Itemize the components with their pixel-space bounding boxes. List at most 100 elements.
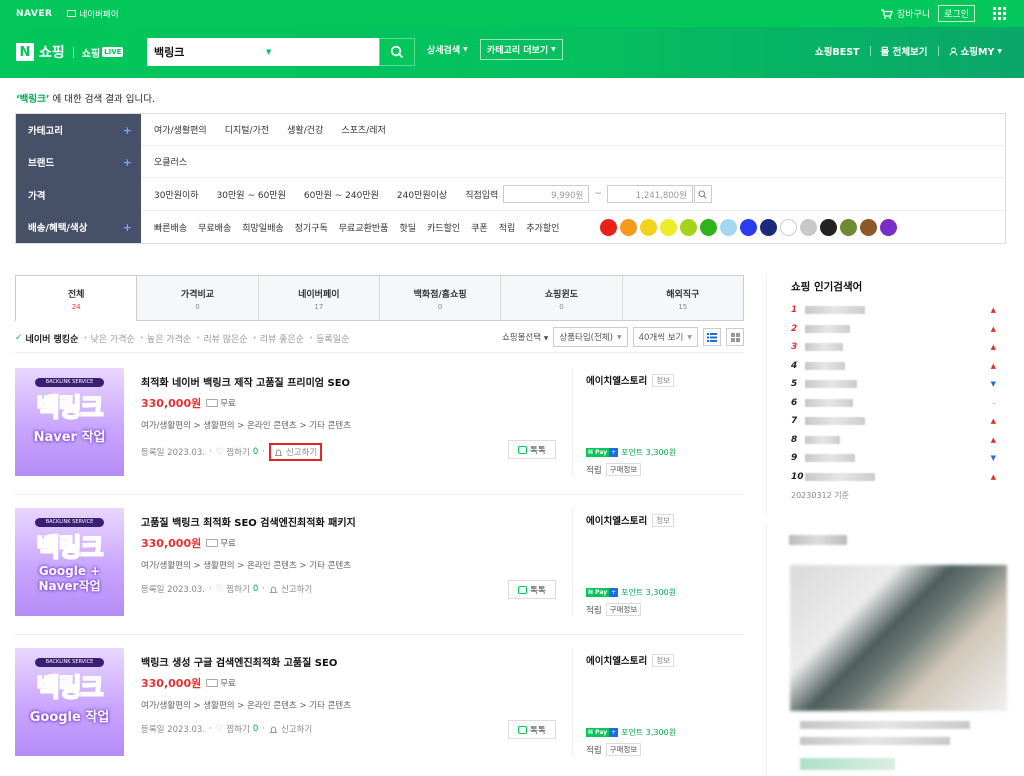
sort-option-ranking[interactable]: 네이버 랭킹순 [26, 332, 79, 345]
product-title-link[interactable]: 백링크 생성 구글 검색엔진최적화 고품질 SEO [141, 654, 337, 669]
sort-option-date[interactable]: 등록일순 [316, 332, 349, 345]
shopping-live-link[interactable]: 쇼핑 LIVE [82, 45, 124, 60]
brand-option[interactable]: 오클러스 [154, 155, 187, 168]
product-title-link[interactable]: 최적화 네이버 백링크 제작 고품질 프리미엄 SEO [141, 374, 350, 389]
category-more-button[interactable]: 카테고리 더보기 ▼ [480, 39, 563, 60]
tab-shopping-window[interactable]: 쇼핑윈도 0 [501, 276, 623, 321]
report-button[interactable]: 신고하기 [269, 583, 312, 595]
color-swatch[interactable] [800, 218, 818, 236]
benefit-option[interactable]: 쿠폰 [471, 221, 488, 234]
sort-option-low-price[interactable]: 낮은 가격순 [91, 332, 135, 345]
ad-product-image[interactable] [790, 565, 1007, 711]
mall-select[interactable]: 쇼핑몰선택 ▼ [502, 331, 548, 343]
color-swatch[interactable] [860, 218, 878, 236]
ad-box[interactable] [766, 525, 1007, 776]
product-thumbnail[interactable]: BACKLINK SERVICE 백링크 Naver 작업 [15, 368, 124, 476]
buy-info-button[interactable]: 구매정보 [605, 463, 642, 476]
grid-view-button[interactable] [726, 328, 744, 346]
color-swatch[interactable] [700, 218, 718, 236]
color-swatch[interactable] [680, 218, 698, 236]
color-swatch[interactable] [740, 218, 758, 236]
tab-naver-pay[interactable]: 네이버페이 17 [258, 276, 380, 321]
category-option[interactable]: 디지털/가전 [225, 123, 269, 136]
color-swatch[interactable] [600, 218, 618, 236]
per-page-select[interactable]: 40개씩 보기 ▼ [632, 327, 698, 347]
color-swatch[interactable] [660, 218, 678, 236]
store-name-link[interactable]: 에이치엘스토리 [586, 513, 647, 527]
benefit-option[interactable]: 정기구독 [295, 221, 328, 234]
price-option[interactable]: 30만원 ~ 60만원 [217, 188, 286, 201]
detail-search-button[interactable]: 상세검색 ▼ [427, 43, 468, 56]
popular-keyword-item[interactable]: 8 ▲ [791, 431, 1006, 450]
cart-link[interactable]: 장바구니 [880, 7, 930, 20]
login-button[interactable]: 로그인 [938, 5, 975, 22]
nav-all-malls[interactable]: 몰 전체보기 [881, 44, 928, 58]
price-option[interactable]: 30만원이하 [154, 188, 199, 201]
category-option[interactable]: 여가/생활편의 [154, 123, 207, 136]
price-search-button[interactable] [693, 185, 712, 203]
store-name-link[interactable]: 에이치엘스토리 [586, 373, 647, 387]
wish-button[interactable]: ♡ 찜하기 0 [216, 446, 259, 458]
product-thumbnail[interactable]: BACKLINK SERVICE 백링크 Google 작업 [15, 648, 124, 756]
talktalk-button[interactable]: 톡톡 [508, 440, 556, 459]
search-dropdown-icon[interactable]: ▼ [259, 48, 371, 56]
nav-shopping-best[interactable]: 쇼핑BEST [815, 44, 860, 58]
benefit-option[interactable]: 희망일배송 [242, 221, 283, 234]
popular-keyword-item[interactable]: 2 ▲ [791, 320, 1006, 339]
benefit-option[interactable]: 추가할인 [526, 221, 559, 234]
naver-pay-link[interactable]: 네이버페이 [67, 8, 119, 20]
store-info-button[interactable]: 정보 [652, 513, 674, 527]
color-swatch[interactable] [640, 218, 658, 236]
wish-button[interactable]: ♡ 찜하기 0 [216, 723, 259, 735]
popular-keyword-item[interactable]: 3 ▲ [791, 338, 1006, 357]
store-info-button[interactable]: 정보 [652, 373, 674, 387]
color-swatch[interactable] [720, 218, 738, 236]
services-grid-icon[interactable] [993, 7, 1006, 20]
color-swatch[interactable] [840, 218, 858, 236]
color-swatch[interactable] [620, 218, 638, 236]
benefit-option[interactable]: 무료교환반품 [339, 221, 389, 234]
color-swatch[interactable] [880, 218, 898, 236]
color-swatch[interactable] [820, 218, 838, 236]
store-name-link[interactable]: 에이치엘스토리 [586, 653, 647, 667]
popular-keyword-item[interactable]: 5 ▼ [791, 375, 1006, 394]
nav-shopping-my[interactable]: 쇼핑MY ▼ [949, 44, 1002, 58]
price-max-input[interactable]: 1,241,800원 [606, 185, 693, 203]
product-type-select[interactable]: 상품타입(전체) ▼ [553, 327, 628, 347]
popular-keyword-item[interactable]: 6 – [791, 394, 1006, 413]
filter-label-brand[interactable]: 브랜드 + [16, 146, 141, 178]
product-title-link[interactable]: 고품질 백링크 최적화 SEO 검색엔진최적화 패키지 [141, 514, 356, 529]
buy-info-button[interactable]: 구매정보 [605, 603, 642, 616]
talktalk-button[interactable]: 톡톡 [508, 580, 556, 599]
naver-brand-link[interactable]: NAVER [16, 9, 52, 19]
popular-keyword-item[interactable]: 10 ▲ [791, 468, 1006, 487]
product-thumbnail[interactable]: BACKLINK SERVICE 백링크 Google + Naver작업 [15, 508, 124, 616]
benefit-option[interactable]: 무료배송 [198, 221, 231, 234]
store-info-button[interactable]: 정보 [652, 653, 674, 667]
search-input[interactable]: 백링크 ▼ [147, 38, 379, 66]
popular-keyword-item[interactable]: 7 ▲ [791, 412, 1006, 431]
category-option[interactable]: 생활/건강 [287, 123, 323, 136]
search-button[interactable] [379, 38, 415, 66]
benefit-option[interactable]: 카드할인 [427, 221, 460, 234]
color-swatch[interactable] [760, 218, 778, 236]
category-option[interactable]: 스포츠/레저 [341, 123, 385, 136]
tab-price-compare[interactable]: 가격비교 0 [137, 276, 259, 321]
tab-department-store[interactable]: 백화점/홈쇼핑 0 [379, 276, 502, 321]
wish-button[interactable]: ♡ 찜하기 0 [216, 583, 259, 595]
report-button[interactable]: 신고하기 [268, 443, 323, 461]
benefit-option[interactable]: 빠른배송 [154, 221, 187, 234]
color-swatch[interactable] [780, 218, 798, 236]
sort-option-review-count[interactable]: 리뷰 많은순 [203, 332, 247, 345]
price-option[interactable]: 60만원 ~ 240만원 [304, 188, 379, 201]
price-min-input[interactable]: 9,990원 [503, 185, 590, 203]
sort-option-high-price[interactable]: 높은 가격순 [147, 332, 191, 345]
buy-info-button[interactable]: 구매정보 [605, 743, 642, 756]
tab-overseas[interactable]: 해외직구 15 [622, 276, 744, 321]
sort-option-review-score[interactable]: 리뷰 좋은순 [260, 332, 304, 345]
talktalk-button[interactable]: 톡톡 [508, 720, 556, 739]
list-view-button[interactable] [703, 328, 721, 346]
benefit-option[interactable]: 핫딜 [399, 221, 416, 234]
popular-keyword-item[interactable]: 4 ▲ [791, 357, 1006, 376]
shopping-logo[interactable]: N 쇼핑 쇼핑 LIVE [16, 42, 124, 62]
